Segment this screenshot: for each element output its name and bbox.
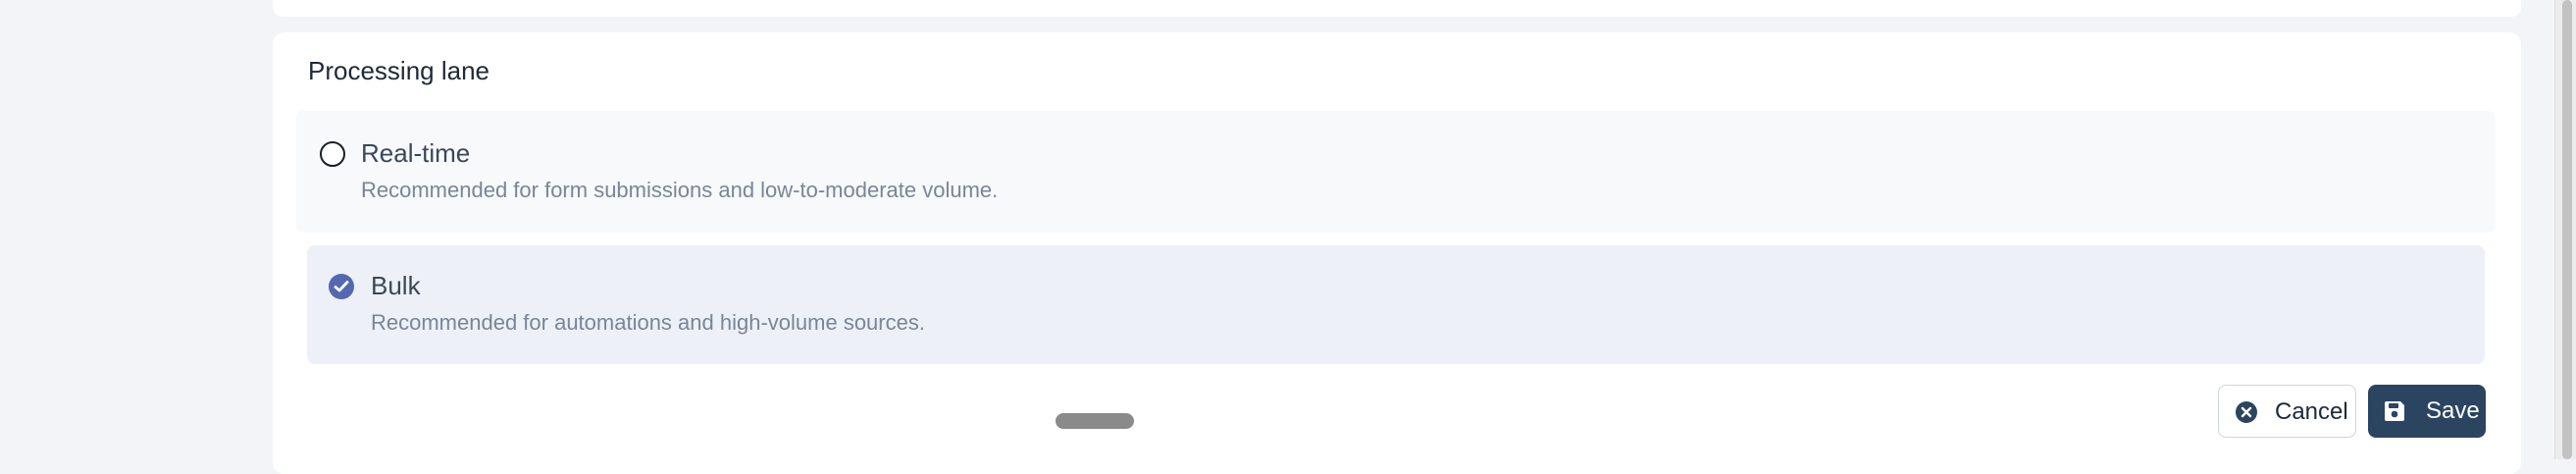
option-real-time[interactable]: Real-time Recommended for form submissio… [296, 111, 2496, 233]
option-label: Bulk [371, 271, 421, 300]
scrollbar-thumb[interactable] [2562, 0, 2572, 459]
close-circle-icon [2236, 401, 2257, 423]
option-description: Recommended for form submissions and low… [361, 178, 999, 202]
save-button[interactable]: Save [2368, 385, 2486, 438]
check-circle-icon[interactable] [329, 274, 354, 299]
radio-unchecked-icon[interactable] [320, 141, 345, 167]
floppy-disk-icon [2385, 401, 2404, 421]
option-label: Real-time [361, 138, 471, 168]
section-title: Processing lane [308, 56, 489, 85]
drag-handle[interactable] [1056, 413, 1134, 429]
option-bulk[interactable]: Bulk Recommended for automations and hig… [307, 245, 2485, 364]
option-description: Recommended for automations and high-vol… [371, 310, 925, 335]
save-label: Save [2426, 397, 2480, 424]
cancel-label: Cancel [2275, 398, 2348, 425]
processing-lane-card: Processing lane Real-time Recommended fo… [273, 32, 2521, 474]
cancel-button[interactable]: Cancel [2218, 385, 2356, 438]
vertical-scrollbar[interactable] [2554, 0, 2576, 459]
previous-card [273, 0, 2521, 17]
